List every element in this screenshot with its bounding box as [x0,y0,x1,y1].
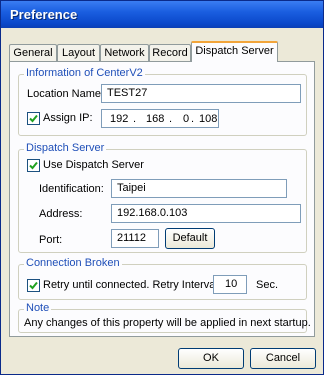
cancel-button[interactable]: Cancel [250,348,316,369]
location-name-label: Location Name: [27,88,105,100]
address-label: Address: [39,208,83,220]
window-title: Preference [10,7,78,22]
retry-interval-input[interactable]: 10 [213,275,247,294]
retry-checkbox[interactable] [27,279,40,292]
tab-general[interactable]: General [9,44,57,61]
ip-octet-2: 168 [146,113,165,125]
info-group-legend: Information of CenterV2 [24,67,145,79]
ok-button[interactable]: OK [178,348,244,369]
title-bar[interactable]: Preference [1,1,323,28]
ip-octet-3: 0 [183,113,190,125]
address-input[interactable]: 192.168.0.103 [111,204,301,223]
tab-dispatch-server[interactable]: Dispatch Server [191,41,278,62]
check-icon [29,114,38,123]
note-group: Note Any changes of this property will b… [18,302,311,333]
identification-label: Identification: [39,183,104,195]
use-dispatch-server-label: Use Dispatch Server [43,159,144,171]
preference-window: Preference General Layout Network Record… [0,0,324,375]
assign-ip-label: Assign IP: [43,112,93,124]
seconds-unit-label: Sec. [256,279,279,291]
connection-group: Connection Broken Retry until connected.… [18,257,307,300]
tab-record[interactable]: Record [149,44,191,61]
tab-layout[interactable]: Layout [57,44,100,61]
info-group: Information of CenterV2 Location Name: T… [18,67,307,136]
ip-dot-2: . [169,113,173,125]
note-text: Any changes of this property will be app… [24,317,311,329]
port-label: Port: [39,234,63,246]
check-icon [29,281,38,290]
retry-label: Retry until connected. Retry Interval: [43,279,221,291]
dispatch-group: Dispatch Server Use Dispatch Server Iden… [18,142,307,253]
default-button[interactable]: Default [165,228,215,249]
assign-ip-checkbox[interactable] [27,112,40,125]
ip-octet-4: 108 [199,113,218,125]
ip-octet-1: 192 [110,113,129,125]
identification-input[interactable]: Taipei [111,179,287,198]
note-group-legend: Note [24,302,52,314]
tab-network[interactable]: Network [100,44,149,61]
dispatch-group-legend: Dispatch Server [24,142,107,154]
tab-panel: Information of CenterV2 Location Name: T… [9,61,315,337]
ip-dot-1: . [133,113,137,125]
use-dispatch-server-checkbox[interactable] [27,159,40,172]
check-icon [29,161,38,170]
ip-dot-3: . [191,113,195,125]
location-name-input[interactable]: TEST27 [101,84,301,103]
connection-group-legend: Connection Broken [24,257,122,269]
ip-address-input[interactable]: 192 . 168 . 0 . 108 [101,109,219,128]
port-input[interactable]: 21112 [111,229,159,248]
